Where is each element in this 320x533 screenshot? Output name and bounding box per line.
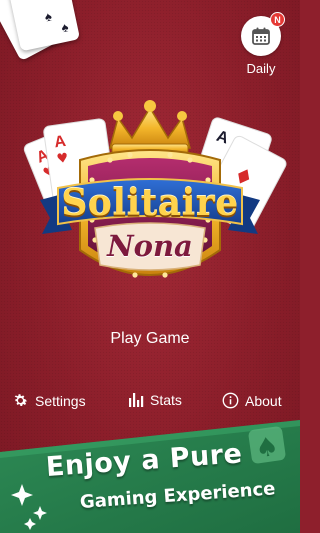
- info-icon: [222, 392, 239, 409]
- settings-label: Settings: [35, 392, 86, 409]
- logo-title: Solitaire: [61, 182, 239, 224]
- svg-text:♥: ♥: [56, 151, 70, 167]
- calendar-icon: [252, 27, 270, 45]
- stats-label: Stats: [150, 392, 182, 408]
- about-label: About: [245, 392, 282, 409]
- bar-chart-icon: [129, 393, 144, 407]
- app-screen: ♠ ♠ ♠ N Daily: [0, 0, 300, 533]
- daily-button[interactable]: N: [241, 12, 285, 56]
- corner-cards-decoration: ♠ ♠ ♠: [0, 0, 81, 70]
- logo-subtitle: Nona: [107, 229, 193, 263]
- new-badge: N: [270, 12, 285, 27]
- spade-icon: ♠: [248, 426, 286, 465]
- spade-pip-icon: ♠: [43, 8, 54, 25]
- settings-button[interactable]: Settings: [12, 392, 86, 409]
- play-game-button[interactable]: Play Game: [0, 330, 300, 348]
- svg-text:♠: ♠: [253, 432, 280, 465]
- gear-icon: [14, 394, 28, 407]
- about-button[interactable]: About: [222, 392, 282, 409]
- crown-icon: [109, 100, 191, 155]
- daily-challenge[interactable]: N Daily: [236, 12, 286, 76]
- daily-label: Daily: [246, 61, 276, 76]
- spade-pip-icon: ♠: [59, 19, 70, 36]
- stats-button[interactable]: Stats: [128, 392, 182, 408]
